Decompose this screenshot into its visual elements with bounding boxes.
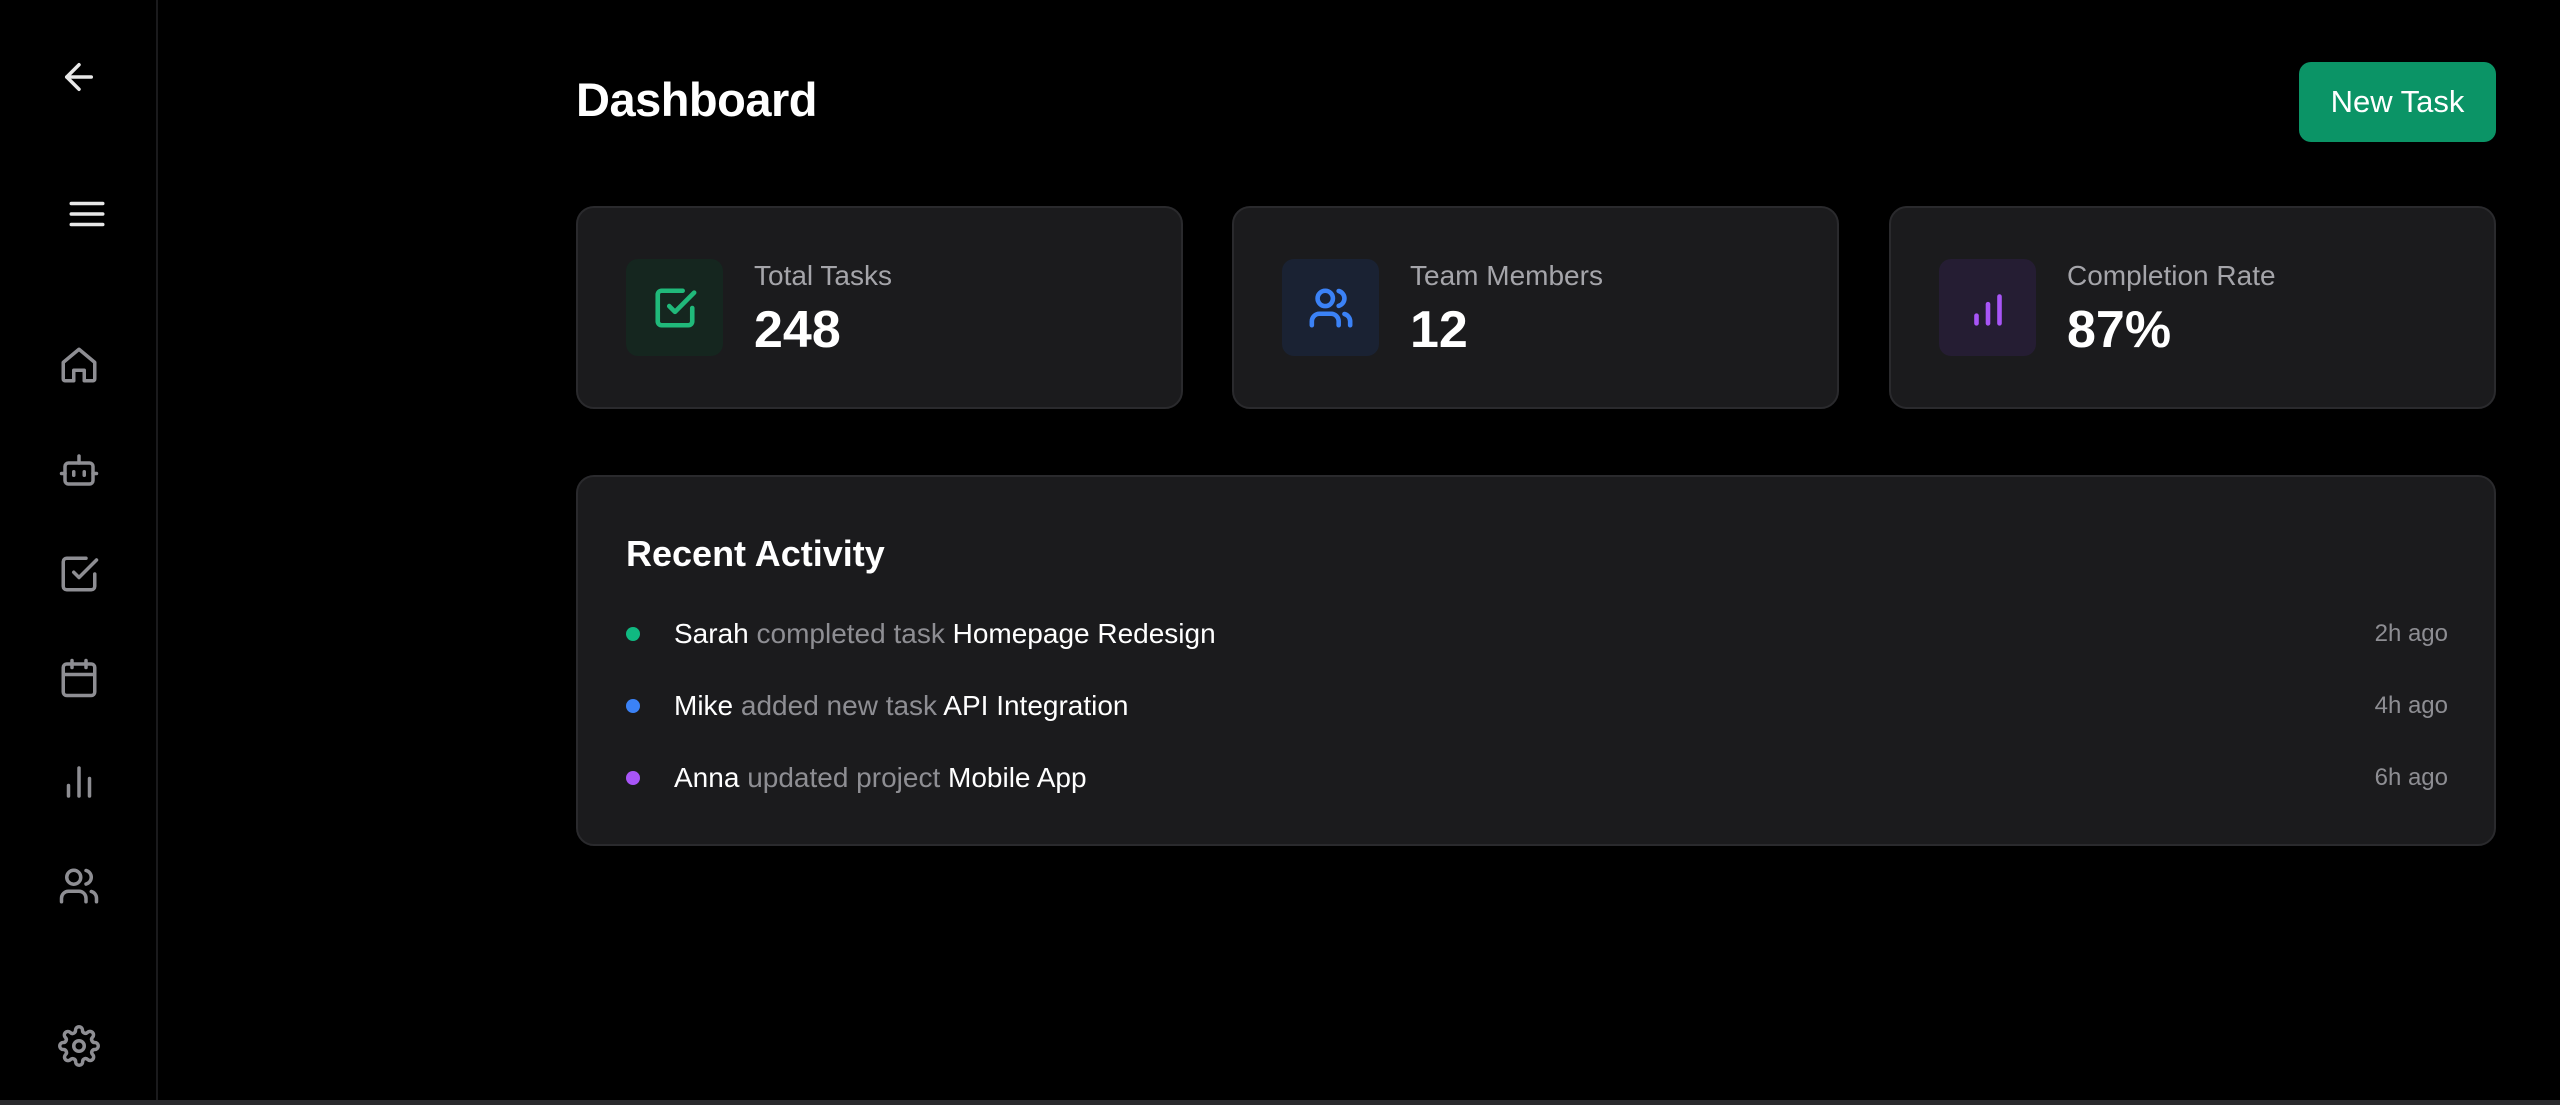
users-icon [59,868,99,904]
sidebar-item-home[interactable] [52,338,106,392]
sidebar-item-bot[interactable] [52,443,106,497]
activity-action: completed task [756,618,945,649]
status-dot [626,771,640,785]
activity-time: 6h ago [2374,764,2448,791]
activity-target[interactable]: Mobile App [948,762,1087,793]
activity-user: Anna [674,762,740,793]
back-button[interactable] [52,50,106,104]
users-icon [1309,287,1352,328]
calendar-icon [61,658,97,698]
activity-target[interactable]: Homepage Redesign [953,618,1216,649]
activity-item: Mike added new task API Integration 4h a… [626,684,2448,728]
activity-text: Sarah completed task Homepage Redesign [674,618,1216,650]
status-dot [626,699,640,713]
activity-time: 4h ago [2374,692,2448,719]
activity-target[interactable]: API Integration [943,690,1128,721]
check-square-icon [654,287,696,328]
stat-card-total-tasks: Total Tasks 248 [576,206,1183,409]
activity-user: Sarah [674,618,749,649]
stat-label: Total Tasks [754,260,892,291]
activity-item: Anna updated project Mobile App 6h ago [626,756,2448,800]
gear-icon [58,1025,100,1067]
sidebar [0,0,158,1100]
bar-chart-icon [66,766,92,798]
arrow-left-icon [65,63,93,91]
sidebar-item-analytics[interactable] [52,755,106,809]
activity-text: Anna updated project Mobile App [674,762,1087,794]
activity-action: updated project [747,762,941,793]
bar-chart-icon [1973,293,2002,326]
activity-item: Sarah completed task Homepage Redesign 2… [626,612,2448,656]
stat-value: 87% [2067,301,2172,359]
activity-text: Mike added new task API Integration [674,690,1129,722]
status-dot [626,627,640,641]
new-task-button[interactable]: New Task [2299,62,2496,142]
check-square-icon [61,556,99,592]
stat-card-team-members: Team Members 12 [1232,206,1839,409]
bottom-border [0,1100,2560,1105]
stat-label: Team Members [1410,260,1603,291]
activity-time: 2h ago [2374,620,2448,647]
stat-value: 12 [1410,301,1468,359]
sidebar-item-tasks[interactable] [52,547,106,601]
stat-icon-box [1282,259,1379,356]
stat-label: Completion Rate [2067,260,2276,291]
activity-action: added new task [740,690,938,721]
menu-icon [69,201,105,227]
recent-activity-panel: Recent Activity Sarah completed task Hom… [576,475,2496,846]
sidebar-item-settings[interactable] [52,1019,106,1073]
stat-value: 248 [754,301,841,359]
activity-user: Mike [674,690,734,721]
activity-title: Recent Activity [626,533,885,574]
bot-icon [59,454,99,486]
home-icon [61,347,97,383]
stat-icon-box [626,259,723,356]
sidebar-item-calendar[interactable] [52,651,106,705]
stat-icon-box [1939,259,2036,356]
stat-card-completion-rate: Completion Rate 87% [1889,206,2496,409]
sidebar-item-team[interactable] [52,859,106,913]
page-title: Dashboard [576,73,818,126]
menu-button[interactable] [60,187,114,241]
